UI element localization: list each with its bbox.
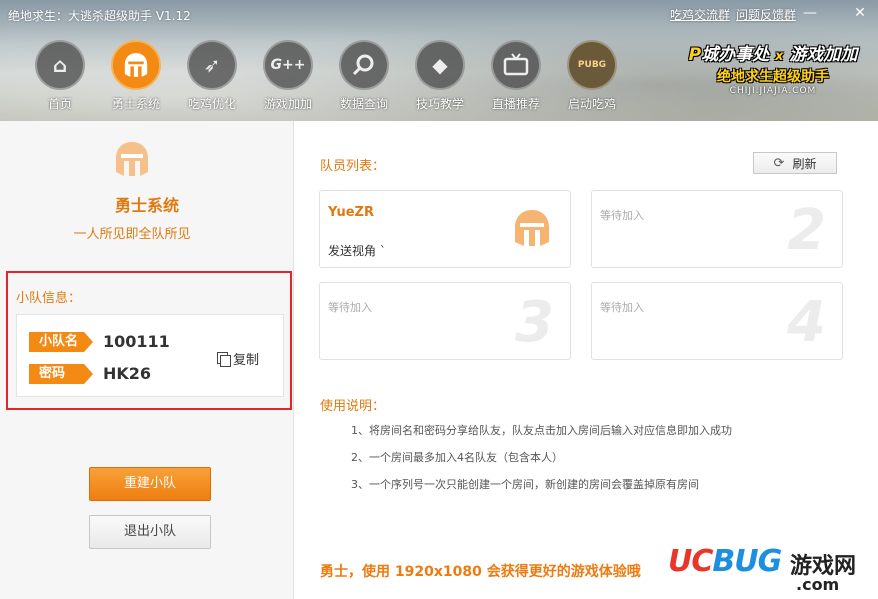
rocket-icon: ➶ [187,40,237,90]
copy-label: 复制 [233,353,260,368]
diamond-icon: ◆ [415,40,465,90]
nav-item-launch-game[interactable]: PUBG 启动吃鸡 [554,40,630,112]
resolution-tip: 勇士，使用 1920x1080 会获得更好的游戏体验哦 [320,564,641,580]
nav-label: 直播推荐 [491,97,540,111]
left-panel: 勇士系统 一人所见即全队所见 小队信息： 小队名 100111 密码 HK26 … [0,121,294,599]
usage-item: 2、一个房间最多加入4名队友（包含本人） [351,451,563,464]
watermark-logo: UCBUG 游戏网 .com [668,542,878,599]
waiting-label: 等待加入 [328,301,372,314]
copy-icon [217,351,231,367]
nav-label: 首页 [47,97,72,111]
home-icon: ⌂ [35,40,85,90]
nav-label: 勇士系统 [111,97,160,111]
helmet-icon [111,40,161,90]
main-nav: ⌂ 首页 勇士系统 ➶ 吃鸡优化 G++ 游戏加加 数据查询 ◆ 技巧教学 直播… [22,40,630,112]
helmet-icon [515,210,549,246]
rebuild-team-button[interactable]: 重建小队 [89,467,211,501]
nav-label: 游戏加加 [263,97,312,111]
nav-item-gplus[interactable]: G++ 游戏加加 [250,40,326,112]
slot-number: 3 [515,290,554,355]
watermark-com: .com [796,575,840,594]
app-title: 绝地求生：大逃杀超级助手 V1.12 [8,9,191,23]
nav-item-warrior-system[interactable]: 勇士系统 [98,40,174,112]
password-tag: 密码 [29,364,93,384]
nav-item-optimize[interactable]: ➶ 吃鸡优化 [174,40,250,112]
brand-logo: P城办事处 x 游戏加加 绝地求生超级助手 CHIJI.JIAJIA.COM [678,40,868,96]
nav-label: 吃鸡优化 [187,97,236,111]
helmet-icon [116,142,148,176]
member-name: YueZR [328,205,374,220]
header-bar: 绝地求生：大逃杀超级助手 V1.12 吃鸡交流群 问题反馈群 — ✕ ⌂ 首页 … [0,0,878,121]
nav-label: 技巧教学 [415,97,464,111]
waiting-label: 等待加入 [600,209,644,222]
brand-line2: 绝地求生超级助手 [717,69,829,85]
search-icon [339,40,389,90]
team-name-value: 100111 [103,332,170,351]
team-info-box: 小队信息： 小队名 100111 密码 HK26 复制 [6,271,292,410]
nav-item-home[interactable]: ⌂ 首页 [22,40,98,112]
slot-number: 4 [787,290,826,355]
close-button[interactable]: ✕ [850,4,870,22]
nav-label: 数据查询 [339,97,388,111]
copy-button[interactable]: 复制 [217,349,259,368]
slot-number: 2 [787,198,826,263]
exit-team-button[interactable]: 退出小队 [89,515,211,549]
team-info-card: 小队名 100111 密码 HK26 复制 [16,314,284,397]
refresh-button[interactable]: ⟳ 刷新 [753,152,837,174]
page-subtitle: 一人所见即全队所见 [73,227,191,242]
nav-item-data-query[interactable]: 数据查询 [326,40,402,112]
brand-line3: CHIJI.JIAJIA.COM [729,86,817,96]
pubg-logo-icon: PUBG [567,40,617,90]
top-links: 吃鸡交流群 问题反馈群 [670,6,796,23]
nav-label: 启动吃鸡 [567,97,616,111]
members-title: 队员列表： [320,159,386,174]
chicken-group-link[interactable]: 吃鸡交流群 [670,6,730,23]
member-card-empty: 等待加入 2 [591,190,843,268]
member-card-empty: 等待加入 3 [319,282,571,360]
gplus-icon: G++ [263,40,313,90]
tv-icon [491,40,541,90]
brand-line1: P城办事处 x 游戏加加 [688,45,858,65]
feedback-group-link[interactable]: 问题反馈群 [736,6,796,23]
team-name-tag: 小队名 [29,332,93,352]
waiting-label: 等待加入 [600,301,644,314]
minimize-button[interactable]: — [800,4,820,22]
team-info-label: 小队信息： [16,291,82,306]
watermark-ucbug: UCBUG [668,544,782,579]
refresh-icon: ⟳ [773,155,785,171]
usage-title: 使用说明： [320,399,386,414]
password-value: HK26 [103,364,152,383]
nav-item-live[interactable]: 直播推荐 [478,40,554,112]
usage-item: 1、将房间名和密码分享给队友，队友点击加入房间后输入对应信息即加入成功 [351,424,732,437]
right-panel: 队员列表： ⟳ 刷新 YueZR 发送视角 ` 等待加入 2 等待加入 3 等待… [295,121,878,599]
nav-item-tips[interactable]: ◆ 技巧教学 [402,40,478,112]
member-card-empty: 等待加入 4 [591,282,843,360]
usage-item: 3、一个序列号一次只能创建一个房间，新创建的房间会覆盖掉原有房间 [351,478,699,491]
refresh-label: 刷新 [792,156,817,171]
page-title: 勇士系统 [114,196,179,215]
member-card: YueZR 发送视角 ` [319,190,571,268]
member-hotkey: 发送视角 ` [328,244,386,258]
